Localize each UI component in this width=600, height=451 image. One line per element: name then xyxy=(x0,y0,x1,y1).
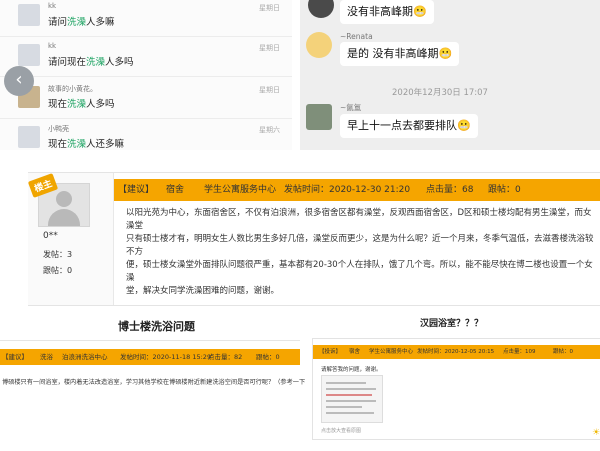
click-count: 点击量：109 xyxy=(503,349,536,355)
follow-count: 跟帖：0 xyxy=(488,185,521,195)
post-body-line: 便，硕士楼女澡堂外面排队问题很严重，基本都有20-30个人在排队，饿了几个弯。所… xyxy=(126,260,593,283)
avatar xyxy=(18,126,40,148)
message-time: 星期日 xyxy=(259,44,280,52)
avatar xyxy=(306,32,332,58)
avatar xyxy=(18,4,40,26)
post-body-line: 堂，解决女同学洗澡困难的问题，谢谢。 xyxy=(126,286,280,296)
contact-name: 小鸭壳 xyxy=(48,125,69,133)
post-header: 【投诉】 宿舍 学生公寓服务中心 发帖时间：2020-12-05 20:15 点… xyxy=(313,345,600,359)
chat-bubble: 是的 没有非高峰期😬 xyxy=(340,42,460,66)
attachment-thumbnail[interactable] xyxy=(321,375,383,423)
sender-name: ~氤氲 xyxy=(340,103,362,112)
forum-post: 楼主 0** 发帖：3 跟帖：0 【建议】 宿舍 学生公寓服务中心 发帖时间：2… xyxy=(27,172,600,306)
post-date: 发帖时间：2020-11-18 15:29 xyxy=(120,353,212,361)
sender-name: ~Renata xyxy=(340,32,373,41)
post-count: 发帖：3 xyxy=(43,250,73,259)
post-board[interactable]: 宿舍 xyxy=(166,179,184,201)
post-tag: 【投诉】 xyxy=(319,349,342,355)
message-preview: 请问现在洗澡人多吗 xyxy=(48,57,134,68)
post-body-line: 以阳光苑为中心，东面宿舍区，不仅有泊浪洲，很多宿舍区都有澡堂，反观西面宿舍区，D… xyxy=(126,208,592,231)
message-preview: 请问洗澡人多嘛 xyxy=(48,17,115,28)
post-board[interactable]: 洗浴 xyxy=(40,349,53,365)
post-body-line: 只有硕士楼才有，明明女生人数比男生多好几倍，澡堂反而更少，这是为什么呢？近一个月… xyxy=(126,234,594,257)
list-item[interactable]: 小鸭壳 现在洗澡人还多嘛 星期六 xyxy=(0,122,292,158)
click-count: 点击量：68 xyxy=(426,185,474,195)
post-board[interactable]: 宿舍 xyxy=(349,345,360,359)
user-name: 0** xyxy=(43,231,58,241)
avatar xyxy=(306,104,332,130)
follow-count: 跟帖：0 xyxy=(256,353,280,361)
post-date: 发帖时间：2020-12-30 21:20 xyxy=(284,185,411,195)
message-preview: 现在洗澡人还多嘛 xyxy=(48,139,125,150)
post-body: 请解答我的问题，谢谢。 xyxy=(321,367,382,373)
forum-post: 【建议】 洗浴 泊浪洲洗浴中心 发帖时间：2020-11-18 15:29 点击… xyxy=(0,340,305,451)
post-date: 发帖时间：2020-12-05 20:15 xyxy=(417,349,495,355)
timestamp: 2020年12月30日 17:07 xyxy=(392,88,488,98)
click-count: 点击量：82 xyxy=(208,353,243,361)
reply-count: 跟帖：0 xyxy=(43,266,73,275)
section-title: 汉园浴室？？？ xyxy=(420,319,484,329)
chat-conversation: 没有非高峰期😬 ~Renata 是的 没有非高峰期😬 2020年12月30日 1… xyxy=(300,0,600,150)
message-time: 星期日 xyxy=(259,4,280,12)
chevron-left-icon[interactable]: ‹ xyxy=(4,66,34,96)
post-body: 以阳光苑为中心，东面宿舍区，不仅有泊浪洲，很多宿舍区都有澡堂，反观西面宿舍区，D… xyxy=(126,207,596,298)
follow-count: 跟帖：0 xyxy=(553,349,573,355)
post-dept[interactable]: 学生公寓服务中心 xyxy=(204,179,276,201)
post-dept[interactable]: 学生公寓服务中心 xyxy=(369,345,413,359)
user-panel: 楼主 0** 发帖：3 跟帖：0 xyxy=(27,173,114,305)
post-tag: 【建议】 xyxy=(118,185,155,195)
message-time: 星期六 xyxy=(259,126,280,134)
chat-bubble: 早上十一点去都要排队😬 xyxy=(340,114,478,138)
post-header: 【建议】 宿舍 学生公寓服务中心 发帖时间：2020-12-30 21:20 点… xyxy=(114,179,600,201)
post-body: 博硕楼只有一间浴室，楼内着无法改造浴室，学习其他学校在博硕楼附近新建洗浴空间是否… xyxy=(2,379,306,386)
contact-name: kk xyxy=(48,42,57,50)
message-time: 星期日 xyxy=(259,86,280,94)
avatar xyxy=(308,0,334,18)
post-dept[interactable]: 泊浪洲洗浴中心 xyxy=(62,349,108,365)
contact-name: kk xyxy=(48,2,57,10)
chat-list: kk 请问洗澡人多嘛 星期日 kk 请问现在洗澡人多吗 星期日 故事的小黄花。 … xyxy=(0,0,292,150)
sun-icon: ☀ xyxy=(592,428,600,438)
avatar xyxy=(18,44,40,66)
section-title: 博士楼洗浴问题 xyxy=(118,320,195,333)
forum-post: 【投诉】 宿舍 学生公寓服务中心 发帖时间：2020-12-05 20:15 点… xyxy=(312,338,600,440)
contact-name: 故事的小黄花。 xyxy=(48,85,97,93)
chat-bubble: 没有非高峰期😬 xyxy=(340,0,434,24)
post-header: 【建议】 洗浴 泊浪洲洗浴中心 发帖时间：2020-11-18 15:29 点击… xyxy=(0,349,300,365)
list-item[interactable]: kk 请问现在洗澡人多吗 星期日 xyxy=(0,40,292,77)
post-tag: 【建议】 xyxy=(2,353,28,361)
list-item[interactable]: 故事的小黄花。 现在洗澡人多吗 星期日 xyxy=(0,82,292,119)
list-item[interactable]: kk 请问洗澡人多嘛 星期日 xyxy=(0,0,292,37)
message-preview: 现在洗澡人多吗 xyxy=(48,99,115,110)
enlarge-link[interactable]: 点击放大查看原图 xyxy=(321,427,361,434)
